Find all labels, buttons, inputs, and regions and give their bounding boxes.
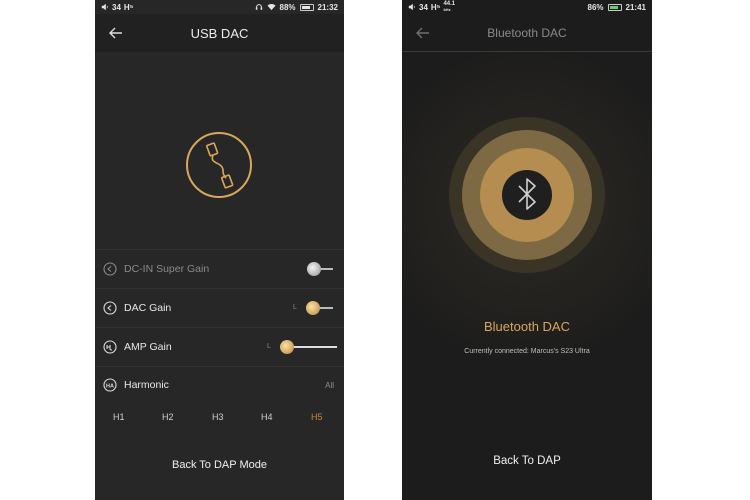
harmonic-value: All	[325, 380, 334, 390]
bluetooth-dac-heading: Bluetooth DAC	[484, 319, 570, 334]
page-title: USB DAC	[190, 25, 249, 41]
sample-rate-unit: kHz	[443, 7, 451, 12]
bluetooth-icon	[449, 117, 605, 273]
bluetooth-dac-screen: 34 H⁵ 44.1 kHz 86% 21:41 Bluetooth DAC B…	[402, 0, 652, 500]
amp-gain-channel-label: L	[267, 343, 271, 350]
clock: 21:41	[625, 2, 646, 12]
network-type: H⁵	[123, 2, 134, 12]
amp-gain-slider[interactable]	[280, 340, 337, 354]
headphones-icon	[255, 4, 262, 10]
harmonic-option-h1[interactable]: H1	[113, 412, 125, 422]
back-to-dap-button[interactable]: Back To DAP	[402, 455, 652, 467]
back-to-dap-mode-button[interactable]: Back To DAP Mode	[95, 459, 344, 471]
amp-gain-label: AMP Gain	[124, 341, 172, 353]
dc-in-super-gain-label: DC-IN Super Gain	[124, 263, 210, 275]
dac-gain-slider[interactable]	[306, 301, 333, 315]
clock: 21:32	[317, 2, 338, 12]
harmonic-selector: H1 H2 H3 H4 H5	[95, 412, 344, 430]
gain-icon	[103, 301, 117, 315]
battery-percent: 88%	[279, 2, 296, 12]
battery-icon	[299, 3, 314, 11]
wifi-icon	[267, 4, 276, 11]
signal-strength: 34	[112, 2, 121, 12]
status-bar: 34 H⁵ 88% 21:32	[95, 0, 344, 14]
back-arrow-icon[interactable]	[107, 24, 125, 42]
status-bar: 34 H⁵ 44.1 kHz 86% 21:41	[402, 0, 652, 14]
harmonic-row[interactable]: HA Harmonic All	[95, 366, 344, 404]
app-bar: Bluetooth DAC	[402, 14, 652, 52]
ha-icon: HA	[103, 378, 117, 392]
dac-gain-label: DAC Gain	[124, 302, 172, 314]
dc-in-super-gain-toggle[interactable]	[307, 262, 333, 276]
battery-icon	[607, 3, 622, 11]
network-type: H⁵	[430, 2, 441, 12]
sample-rate: 44.1 kHz	[443, 1, 455, 12]
amp-icon	[103, 340, 117, 354]
toggle-knob[interactable]	[307, 262, 321, 276]
slider-knob[interactable]	[280, 340, 294, 354]
page-title: Bluetooth DAC	[487, 25, 567, 40]
usb-dac-screen: 34 H⁵ 88% 21:32 USB DAC DC-IN Super Gain…	[95, 0, 344, 500]
connection-status: Currently connected: Marcus's S23 Ultra	[464, 348, 590, 355]
slider-knob[interactable]	[306, 301, 320, 315]
app-bar: USB DAC	[95, 14, 344, 52]
harmonic-label: Harmonic	[124, 379, 169, 391]
battery-percent: 86%	[587, 2, 604, 12]
svg-text:HA: HA	[106, 383, 114, 389]
usb-cable-icon	[186, 132, 252, 198]
volume-icon	[408, 3, 415, 11]
harmonic-option-h3[interactable]: H3	[212, 412, 224, 422]
volume-icon	[101, 3, 108, 11]
dac-gain-channel-label: L	[293, 304, 297, 311]
gain-icon	[103, 262, 117, 276]
signal-strength: 34	[419, 2, 428, 12]
back-arrow-icon[interactable]	[414, 24, 432, 42]
harmonic-option-h5[interactable]: H5	[311, 412, 323, 422]
harmonic-option-h2[interactable]: H2	[162, 412, 174, 422]
harmonic-option-h4[interactable]: H4	[261, 412, 273, 422]
